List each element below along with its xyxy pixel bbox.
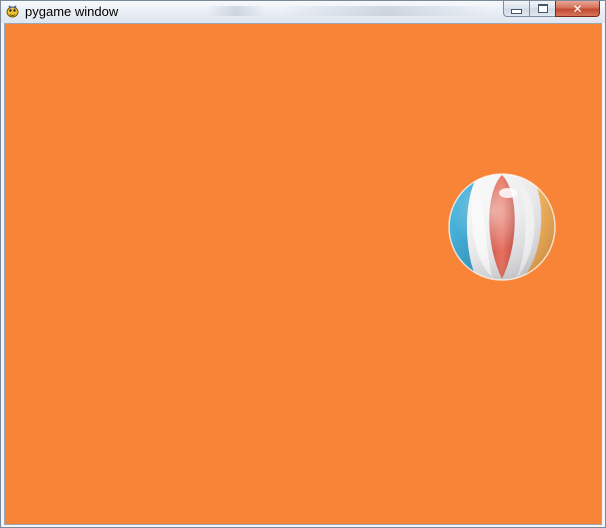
game-canvas[interactable] <box>4 23 602 525</box>
caption-buttons: ✕ <box>503 1 600 18</box>
minimize-icon <box>511 8 522 14</box>
close-icon: ✕ <box>572 1 583 16</box>
title-bar[interactable]: pygame window ✕ <box>1 1 605 23</box>
title-bar-reflection <box>206 6 266 16</box>
minimize-button[interactable] <box>503 1 529 17</box>
maximize-button[interactable] <box>529 1 555 17</box>
maximize-icon <box>537 4 548 13</box>
pygame-window: pygame window ✕ <box>0 0 606 528</box>
close-button[interactable]: ✕ <box>555 1 600 17</box>
title-bar-reflection <box>281 6 491 16</box>
window-title: pygame window <box>25 4 119 19</box>
beach-ball-sprite <box>448 173 556 281</box>
pygame-snake-icon[interactable] <box>5 4 20 19</box>
